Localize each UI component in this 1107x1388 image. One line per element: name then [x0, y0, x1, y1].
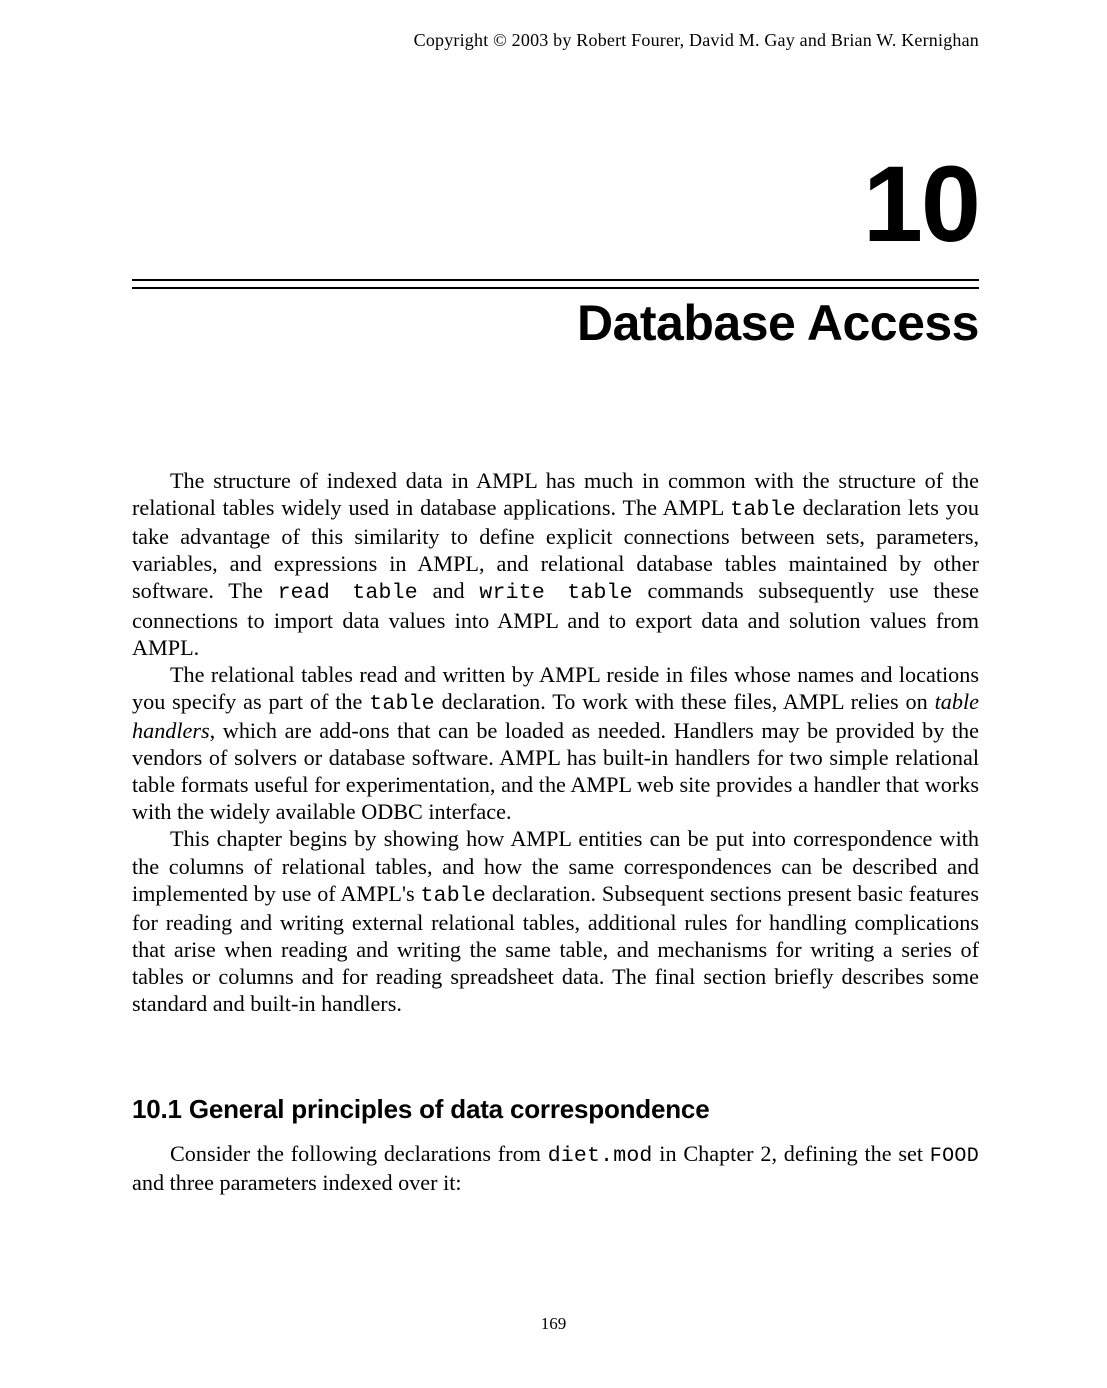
section-body: Consider the following declarations from… [132, 1140, 979, 1196]
code-write-table: write table [479, 581, 632, 605]
text-run: in Chapter 2, defining the set [653, 1141, 930, 1166]
section-heading: 10.1 General principles of data correspo… [132, 1094, 709, 1125]
copyright-line: Copyright © 2003 by Robert Fourer, David… [414, 30, 979, 51]
text-run: Consider the following declarations from [170, 1141, 548, 1166]
code-read-table: read table [278, 581, 418, 605]
text-run: and three parameters indexed over it: [132, 1170, 462, 1195]
code-table: table [421, 884, 487, 908]
title-rule-bottom [132, 287, 979, 289]
text-run: declaration. To work with these files, A… [435, 689, 935, 714]
paragraph-1: The structure of indexed data in AMPL ha… [132, 467, 979, 661]
title-rule-top [132, 279, 979, 281]
text-run: , which are add-ons that can be loaded a… [132, 718, 979, 824]
page: Copyright © 2003 by Robert Fourer, David… [0, 0, 1107, 1388]
chapter-number: 10 [863, 150, 979, 258]
paragraph-3: This chapter begins by showing how AMPL … [132, 825, 979, 1017]
code-food: FOOD [930, 1145, 979, 1168]
chapter-title: Database Access [577, 294, 979, 352]
code-table: table [730, 498, 796, 522]
paragraph-2: The relational tables read and written b… [132, 661, 979, 826]
text-run: and [418, 578, 480, 603]
code-table: table [369, 692, 435, 716]
body-text: The structure of indexed data in AMPL ha… [132, 467, 979, 1017]
page-number: 169 [0, 1314, 1107, 1334]
code-diet-mod: diet.mod [548, 1144, 653, 1168]
section-paragraph-1: Consider the following declarations from… [132, 1140, 979, 1196]
